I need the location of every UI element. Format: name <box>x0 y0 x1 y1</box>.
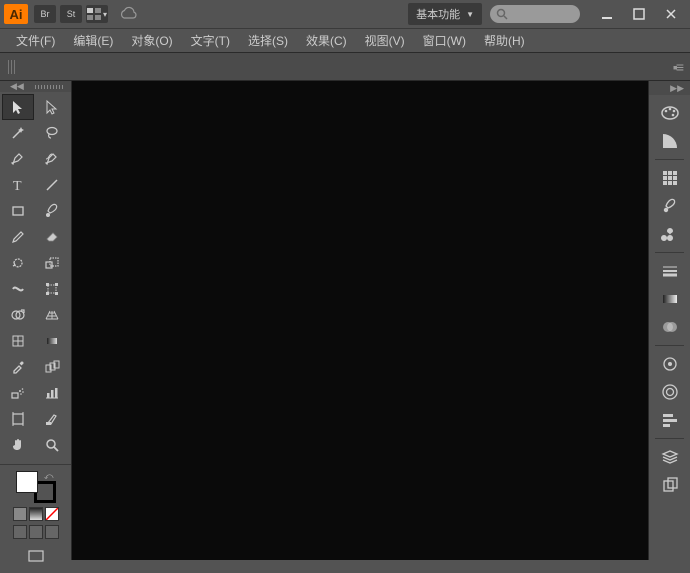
paintbrush-tool[interactable] <box>36 198 68 224</box>
menu-edit[interactable]: 编辑(E) <box>65 29 121 52</box>
arrange-documents-button[interactable]: ▾ <box>86 5 108 23</box>
menu-window[interactable]: 窗口(W) <box>415 29 474 52</box>
color-panel-icon[interactable] <box>649 99 690 127</box>
titlebar: Ai Br St ▾ 基本功能 ▼ <box>0 0 690 29</box>
zoom-tool[interactable] <box>36 432 68 458</box>
chevron-down-icon: ▼ <box>466 10 474 19</box>
draw-normal-button[interactable] <box>13 525 27 539</box>
fill-swatch[interactable] <box>16 471 38 493</box>
width-tool[interactable] <box>2 276 34 302</box>
menu-type[interactable]: 文字(T) <box>183 29 238 52</box>
color-mode-button[interactable] <box>13 507 27 521</box>
svg-text:T: T <box>13 179 22 193</box>
control-bar-menu-icon[interactable]: ▪≡ <box>673 59 682 75</box>
symbols-panel-icon[interactable] <box>649 220 690 248</box>
layers-panel-icon[interactable] <box>649 443 690 471</box>
perspective-grid-tool[interactable] <box>36 302 68 328</box>
menu-help[interactable]: 帮助(H) <box>476 29 533 52</box>
none-mode-button[interactable] <box>45 507 59 521</box>
menu-effect[interactable]: 效果(C) <box>298 29 355 52</box>
gradient-tool[interactable] <box>36 328 68 354</box>
column-graph-tool[interactable] <box>36 380 68 406</box>
transparency-panel-icon[interactable] <box>649 313 690 341</box>
bridge-button[interactable]: Br <box>34 5 56 23</box>
menubar: 文件(F) 编辑(E) 对象(O) 文字(T) 选择(S) 效果(C) 视图(V… <box>0 29 690 53</box>
type-tool[interactable]: T <box>2 172 34 198</box>
gradient-mode-button[interactable] <box>29 507 43 521</box>
artboards-panel-icon[interactable] <box>649 471 690 499</box>
selection-tool[interactable] <box>2 94 34 120</box>
menu-object[interactable]: 对象(O) <box>123 29 180 52</box>
shape-builder-tool[interactable] <box>2 302 34 328</box>
collapse-arrows-icon: ◀◀ <box>10 81 24 92</box>
scale-tool[interactable] <box>36 250 68 276</box>
curvature-pen-tool[interactable] <box>36 146 68 172</box>
free-transform-tool[interactable] <box>36 276 68 302</box>
stroke-panel-icon[interactable] <box>649 257 690 285</box>
lasso-tool[interactable] <box>36 120 68 146</box>
minimize-button[interactable] <box>592 4 622 24</box>
hand-tool[interactable] <box>2 432 34 458</box>
eyedropper-tool[interactable] <box>2 354 34 380</box>
graphic-styles-panel-icon[interactable] <box>649 378 690 406</box>
magic-wand-tool[interactable] <box>2 120 34 146</box>
canvas[interactable] <box>72 81 648 560</box>
close-button[interactable] <box>656 4 686 24</box>
search-input[interactable] <box>490 5 580 23</box>
sync-settings-icon[interactable] <box>120 6 138 23</box>
symbol-sprayer-tool[interactable] <box>2 380 34 406</box>
rectangle-tool[interactable] <box>2 198 34 224</box>
align-panel-icon[interactable] <box>649 406 690 434</box>
menu-select[interactable]: 选择(S) <box>240 29 296 52</box>
draw-behind-button[interactable] <box>29 525 43 539</box>
swap-fill-stroke-icon[interactable]: ⤺ <box>44 471 54 482</box>
menu-view[interactable]: 视图(V) <box>357 29 413 52</box>
toolbox: ◀◀ T <box>0 81 72 560</box>
mesh-tool[interactable] <box>2 328 34 354</box>
maximize-button[interactable] <box>624 4 654 24</box>
right-panel-dock: ▶▶ <box>648 81 690 560</box>
control-bar: ▪≡ <box>0 53 690 81</box>
screen-mode-button[interactable] <box>22 545 50 567</box>
blend-tool[interactable] <box>36 354 68 380</box>
stock-button[interactable]: St <box>60 5 82 23</box>
brushes-panel-icon[interactable] <box>649 192 690 220</box>
fill-stroke-section: ⤺ <box>0 464 71 573</box>
color-guide-panel-icon[interactable] <box>649 127 690 155</box>
toolbox-collapse[interactable]: ◀◀ <box>0 81 71 92</box>
draw-inside-button[interactable] <box>45 525 59 539</box>
pen-tool[interactable] <box>2 146 34 172</box>
gradient-panel-icon[interactable] <box>649 285 690 313</box>
rotate-tool[interactable] <box>2 250 34 276</box>
workspace-label: 基本功能 <box>416 6 460 22</box>
app-logo: Ai <box>4 4 28 24</box>
swatches-panel-icon[interactable] <box>649 164 690 192</box>
workspace-dropdown[interactable]: 基本功能 ▼ <box>408 3 482 25</box>
direct-selection-tool[interactable] <box>36 94 68 120</box>
right-dock-expand[interactable]: ▶▶ <box>649 81 690 95</box>
control-bar-handle[interactable] <box>8 60 16 74</box>
menu-file[interactable]: 文件(F) <box>8 29 63 52</box>
artboard-tool[interactable] <box>2 406 34 432</box>
line-segment-tool[interactable] <box>36 172 68 198</box>
appearance-panel-icon[interactable] <box>649 350 690 378</box>
slice-tool[interactable] <box>36 406 68 432</box>
pencil-tool[interactable] <box>2 224 34 250</box>
eraser-tool[interactable] <box>36 224 68 250</box>
